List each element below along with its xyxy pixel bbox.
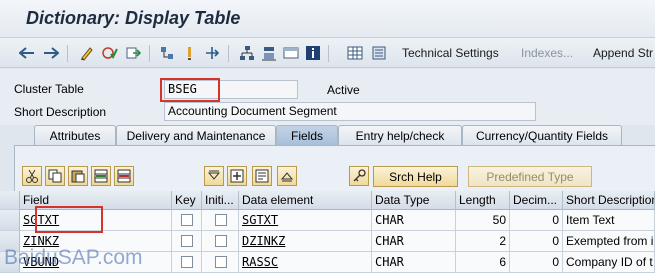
predefined-type-button[interactable]: Predefined Type xyxy=(468,166,592,187)
window-title: Dictionary: Display Table xyxy=(26,8,241,28)
display-object-icon[interactable] xyxy=(260,44,278,62)
technical-settings-button[interactable]: Technical Settings xyxy=(402,46,499,60)
cell-length[interactable]: 6 xyxy=(456,252,510,273)
grid-corner[interactable] xyxy=(0,191,20,210)
cell-length[interactable]: 2 xyxy=(456,231,510,252)
initial-values-checkbox[interactable] xyxy=(215,214,227,226)
column-header-decimals[interactable]: Decim... xyxy=(510,191,563,210)
column-header-short-description[interactable]: Short Description xyxy=(563,191,655,210)
check-icon[interactable] xyxy=(101,44,119,62)
cell-initial xyxy=(202,231,239,252)
key-checkbox[interactable] xyxy=(181,256,193,268)
key-icon[interactable] xyxy=(349,166,369,186)
delete-row-icon[interactable] xyxy=(114,166,134,186)
cell-data-element[interactable]: SGTXT xyxy=(239,210,372,231)
cell-initial xyxy=(202,252,239,273)
edit-pencil-icon[interactable] xyxy=(78,44,96,62)
tab-currency-quantity[interactable]: Currency/Quantity Fields xyxy=(462,125,622,145)
copy-icon[interactable] xyxy=(45,166,65,186)
column-header-length[interactable]: Length xyxy=(456,191,510,210)
forward-arrow-icon[interactable] xyxy=(42,44,60,62)
activate-icon[interactable] xyxy=(124,44,142,62)
indexes-button[interactable]: Indexes... xyxy=(521,46,573,60)
navigate-icon[interactable] xyxy=(203,44,221,62)
cell-short-description[interactable]: Item Text xyxy=(563,210,655,231)
object-list-icon[interactable] xyxy=(180,44,198,62)
field-highlight xyxy=(35,206,103,233)
column-header-initial[interactable]: Initi... xyxy=(202,191,239,210)
toolbar-separator xyxy=(149,45,150,62)
hierarchy-icon[interactable] xyxy=(238,44,256,62)
short-description-field[interactable]: Accounting Document Segment xyxy=(164,102,536,121)
table-type-label: Cluster Table xyxy=(14,82,84,96)
cell-decimals[interactable]: 0 xyxy=(510,210,563,231)
short-description-label: Short Description xyxy=(14,105,107,119)
cut-icon[interactable] xyxy=(22,166,42,186)
cell-data-type[interactable]: CHAR xyxy=(372,231,456,252)
cell-short-description[interactable]: Company ID of t xyxy=(563,252,655,273)
paste-icon[interactable] xyxy=(68,166,88,186)
tab-entry-help[interactable]: Entry help/check xyxy=(338,125,462,145)
initial-values-checkbox[interactable] xyxy=(215,235,227,247)
key-checkbox[interactable] xyxy=(181,235,193,247)
info-icon[interactable] xyxy=(304,44,322,62)
cell-key xyxy=(172,210,202,231)
append-structure-button[interactable]: Append Str xyxy=(593,46,653,60)
initial-values-checkbox[interactable] xyxy=(215,256,227,268)
contents-icon[interactable] xyxy=(370,44,388,62)
back-arrow-icon[interactable] xyxy=(18,44,36,62)
header-form: Cluster Table BSEG Active Short Descript… xyxy=(0,69,655,125)
toolbar-separator xyxy=(328,45,329,62)
table-columns-icon[interactable] xyxy=(346,44,364,62)
where-used-icon[interactable] xyxy=(158,44,176,62)
scroll-last-icon[interactable] xyxy=(277,166,297,186)
table-name-highlight xyxy=(160,78,220,102)
new-entry-icon[interactable] xyxy=(227,166,247,186)
search-help-button[interactable]: Srch Help xyxy=(373,166,458,187)
cell-decimals[interactable]: 0 xyxy=(510,252,563,273)
tab-fields[interactable]: Fields xyxy=(276,125,338,145)
window-icon[interactable] xyxy=(282,44,300,62)
watermark: BaiduSAP.com xyxy=(4,246,143,269)
tab-delivery-maintenance[interactable]: Delivery and Maintenance xyxy=(116,125,276,145)
cell-key xyxy=(172,231,202,252)
cell-key xyxy=(172,252,202,273)
cell-data-type[interactable]: CHAR xyxy=(372,252,456,273)
cell-length[interactable]: 50 xyxy=(456,210,510,231)
column-header-key[interactable]: Key xyxy=(172,191,202,210)
key-checkbox[interactable] xyxy=(181,214,193,226)
tab-strip: Attributes Delivery and Maintenance Fiel… xyxy=(0,125,655,145)
row-selector[interactable] xyxy=(0,210,20,231)
toolbar-separator xyxy=(67,45,68,62)
application-toolbar: Technical Settings Indexes... Append Str xyxy=(0,38,655,68)
insert-row-icon[interactable] xyxy=(91,166,111,186)
title-bar: Dictionary: Display Table xyxy=(0,0,655,38)
column-header-data-element[interactable]: Data element xyxy=(239,191,372,210)
status-label: Active xyxy=(327,83,360,97)
cell-data-element[interactable]: RASSC xyxy=(239,252,372,273)
cell-initial xyxy=(202,210,239,231)
cell-data-type[interactable]: CHAR xyxy=(372,210,456,231)
details-icon[interactable] xyxy=(252,166,272,186)
cell-decimals[interactable]: 0 xyxy=(510,231,563,252)
toolbar-separator xyxy=(228,45,229,62)
cell-data-element[interactable]: DZINKZ xyxy=(239,231,372,252)
cell-short-description[interactable]: Exempted from i xyxy=(563,231,655,252)
tab-attributes[interactable]: Attributes xyxy=(34,125,116,145)
column-header-data-type[interactable]: Data Type xyxy=(372,191,456,210)
scroll-first-icon[interactable] xyxy=(204,166,224,186)
